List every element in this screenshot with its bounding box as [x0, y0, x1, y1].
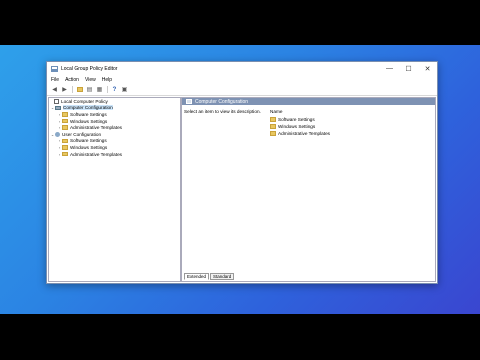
desktop-background: Local Group Policy Editor — ☐ ✕ File Act… — [0, 45, 480, 314]
folder-icon — [62, 145, 68, 150]
help-icon[interactable]: ? — [110, 86, 119, 94]
toolbar: ◀ ▶ ▤ ▦ ? ▣ — [47, 84, 437, 96]
tab-standard[interactable]: Standard — [210, 273, 235, 280]
show-hide-tree-icon[interactable]: ▤ — [85, 86, 94, 94]
list-item[interactable]: Administrative Templates — [270, 130, 330, 137]
folder-icon — [270, 117, 276, 122]
up-folder-icon[interactable] — [75, 86, 84, 94]
tree-label: Administrative Templates — [70, 151, 123, 157]
minimize-button[interactable]: — — [380, 62, 399, 75]
menu-help[interactable]: Help — [102, 77, 112, 83]
tree-label: User Configuration — [62, 131, 102, 137]
maximize-button[interactable]: ☐ — [399, 62, 418, 75]
forward-arrow-icon[interactable]: ▶ — [60, 86, 69, 94]
list-item[interactable]: Windows Settings — [270, 123, 330, 130]
description-text: Select an item to view its description. — [184, 109, 261, 114]
details-header: Computer Configuration — [182, 98, 435, 105]
list-item[interactable]: Software Settings — [270, 116, 330, 123]
folder-icon — [62, 151, 68, 157]
title-bar: Local Group Policy Editor — ☐ ✕ — [47, 62, 437, 75]
tree-item[interactable]: › Administrative Templates — [49, 151, 180, 158]
properties-icon[interactable]: ▣ — [120, 86, 129, 94]
user-icon — [55, 131, 60, 137]
export-list-icon[interactable]: ▦ — [95, 86, 104, 94]
tree-item[interactable]: › Software Settings — [49, 138, 180, 145]
tree-user-configuration[interactable]: ⌄ User Configuration — [49, 131, 180, 138]
folder-icon — [62, 125, 68, 130]
tree-root[interactable]: Local Computer Policy — [49, 98, 180, 105]
toolbar-separator-2 — [107, 86, 108, 93]
menu-bar: File Action View Help — [47, 75, 437, 84]
details-header-title: Computer Configuration — [195, 98, 249, 105]
column-header-name[interactable]: Name — [270, 109, 330, 116]
tab-extended[interactable]: Extended — [184, 273, 210, 280]
tree-label: Windows Settings — [70, 118, 108, 124]
tree-computer-configuration[interactable]: ⌄ Computer Configuration — [49, 105, 180, 112]
list-item-label: Software Settings — [278, 117, 315, 122]
list-item-label: Windows Settings — [278, 124, 316, 129]
policy-document-icon — [54, 98, 59, 105]
tree-label: Local Computer Policy — [61, 98, 108, 104]
app-icon — [51, 65, 58, 72]
folder-icon — [270, 131, 276, 136]
window-title: Local Group Policy Editor — [61, 65, 118, 72]
folder-icon — [62, 112, 68, 117]
computer-icon — [186, 99, 192, 104]
back-arrow-icon[interactable]: ◀ — [50, 86, 59, 94]
menu-file[interactable]: File — [51, 77, 59, 83]
gpedit-window: Local Group Policy Editor — ☐ ✕ File Act… — [46, 61, 438, 284]
tree-item[interactable]: › Windows Settings — [49, 144, 180, 151]
toolbar-separator — [72, 86, 73, 93]
folder-icon — [62, 138, 68, 144]
computer-icon — [55, 105, 61, 111]
tree-pane: Local Computer Policy ⌄ Computer Configu… — [48, 97, 181, 282]
folder-icon — [62, 118, 68, 124]
main-area: Local Computer Policy ⌄ Computer Configu… — [47, 96, 437, 283]
details-content: Select an item to view its description. … — [182, 106, 435, 272]
item-list: Name Software Settings Windows Settings … — [270, 109, 330, 137]
view-tabs: Extended Standard — [184, 273, 235, 280]
folder-icon — [270, 124, 276, 129]
tree-label: Software Settings — [70, 138, 107, 144]
close-button[interactable]: ✕ — [418, 62, 437, 75]
tree-label: Administrative Templates — [70, 125, 123, 131]
tree-item[interactable]: › Administrative Templates — [49, 124, 180, 131]
list-item-label: Administrative Templates — [278, 131, 331, 136]
tree-label: Windows Settings — [70, 144, 108, 150]
menu-view[interactable]: View — [85, 77, 96, 83]
tree-label: Software Settings — [70, 111, 107, 117]
details-pane: Computer Configuration Select an item to… — [181, 97, 436, 282]
tree-item[interactable]: › Software Settings — [49, 111, 180, 118]
tree-item[interactable]: › Windows Settings — [49, 118, 180, 125]
menu-action[interactable]: Action — [65, 77, 79, 83]
tree-label: Computer Configuration — [63, 105, 113, 111]
